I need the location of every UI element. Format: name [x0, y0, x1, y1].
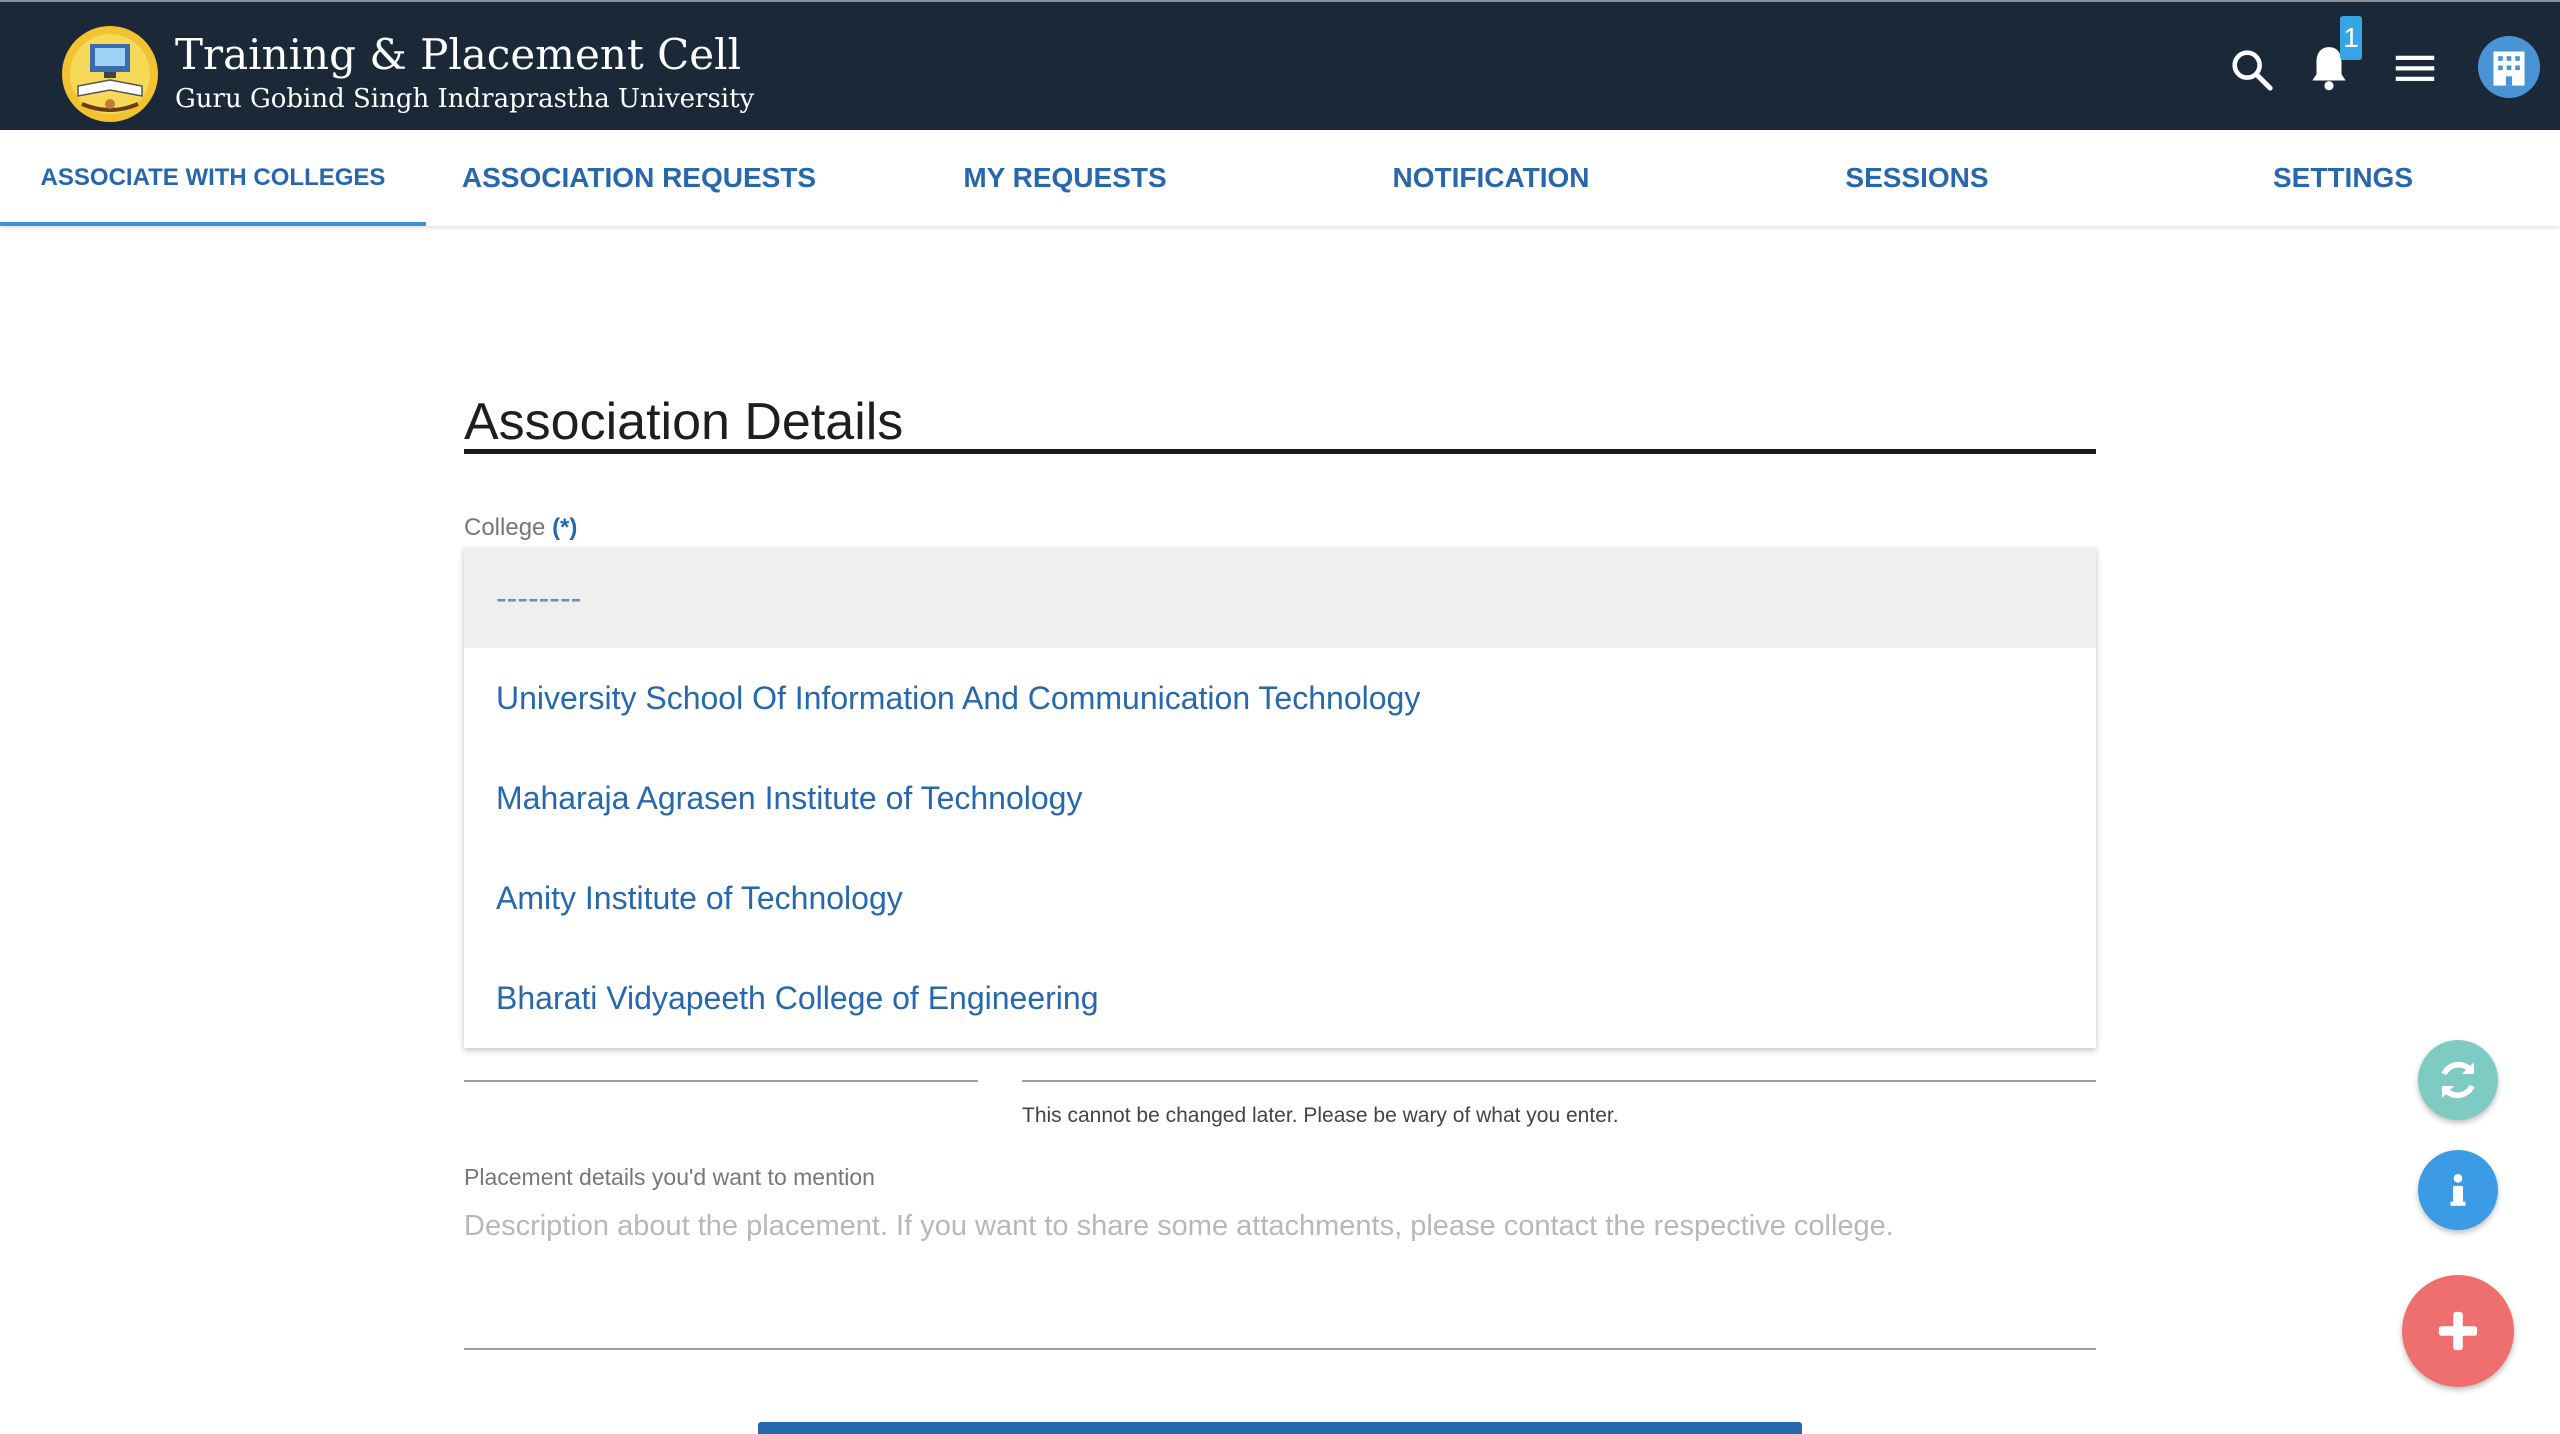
page-title: Association Details	[464, 393, 904, 451]
tab-settings[interactable]: SETTINGS	[2130, 130, 2556, 226]
refresh-button[interactable]	[2418, 1040, 2498, 1120]
app-title: Training & Placement Cell	[175, 30, 741, 79]
tab-sessions[interactable]: SESSIONS	[1704, 130, 2130, 226]
placement-underline	[464, 1348, 2096, 1350]
placement-details-textarea[interactable]	[464, 1210, 2096, 1346]
active-tab-indicator	[0, 222, 426, 226]
college-label: College (*)	[464, 514, 578, 541]
left-field-underline[interactable]	[464, 1080, 978, 1082]
refresh-icon	[2441, 1061, 2475, 1099]
notification-badge: 1	[2340, 16, 2362, 60]
tab-associate-with-colleges[interactable]: ASSOCIATE WITH COLLEGES	[0, 130, 426, 226]
app-subtitle: Guru Gobind Singh Indraprastha Universit…	[175, 84, 755, 114]
college-dropdown[interactable]: -------- University School Of Informatio…	[464, 548, 2096, 1048]
nav-tabs: ASSOCIATE WITH COLLEGES ASSOCIATION REQU…	[0, 130, 2560, 226]
menu-icon[interactable]	[2394, 50, 2436, 86]
dropdown-option[interactable]: --------	[464, 548, 2096, 648]
right-field-underline[interactable]	[1022, 1080, 2096, 1082]
submit-button[interactable]	[758, 1422, 1802, 1434]
dropdown-option[interactable]: Maharaja Agrasen Institute of Technology	[464, 748, 2096, 848]
tab-my-requests[interactable]: MY REQUESTS	[852, 130, 1278, 226]
search-icon[interactable]	[2228, 46, 2274, 92]
top-app-bar: Training & Placement Cell Guru Gobind Si…	[0, 0, 2560, 130]
plus-icon	[2438, 1311, 2478, 1351]
placement-label: Placement details you'd want to mention	[464, 1164, 875, 1190]
university-logo	[62, 26, 158, 122]
tab-association-requests[interactable]: ASSOCIATION REQUESTS	[426, 130, 852, 226]
dropdown-option[interactable]: University School Of Information And Com…	[464, 648, 2096, 748]
heading-divider	[464, 449, 2096, 454]
tab-notification[interactable]: NOTIFICATION	[1278, 130, 1704, 226]
add-button[interactable]	[2402, 1275, 2514, 1387]
dropdown-option[interactable]: Bharati Vidyapeeth College of Engineerin…	[464, 948, 2096, 1048]
required-marker: (*)	[552, 514, 578, 541]
dropdown-option[interactable]: Amity Institute of Technology	[464, 848, 2096, 948]
info-icon	[2450, 1174, 2466, 1206]
building-icon[interactable]	[2478, 36, 2540, 98]
info-button[interactable]	[2418, 1150, 2498, 1230]
field-hint: This cannot be changed later. Please be …	[1022, 1104, 1619, 1127]
